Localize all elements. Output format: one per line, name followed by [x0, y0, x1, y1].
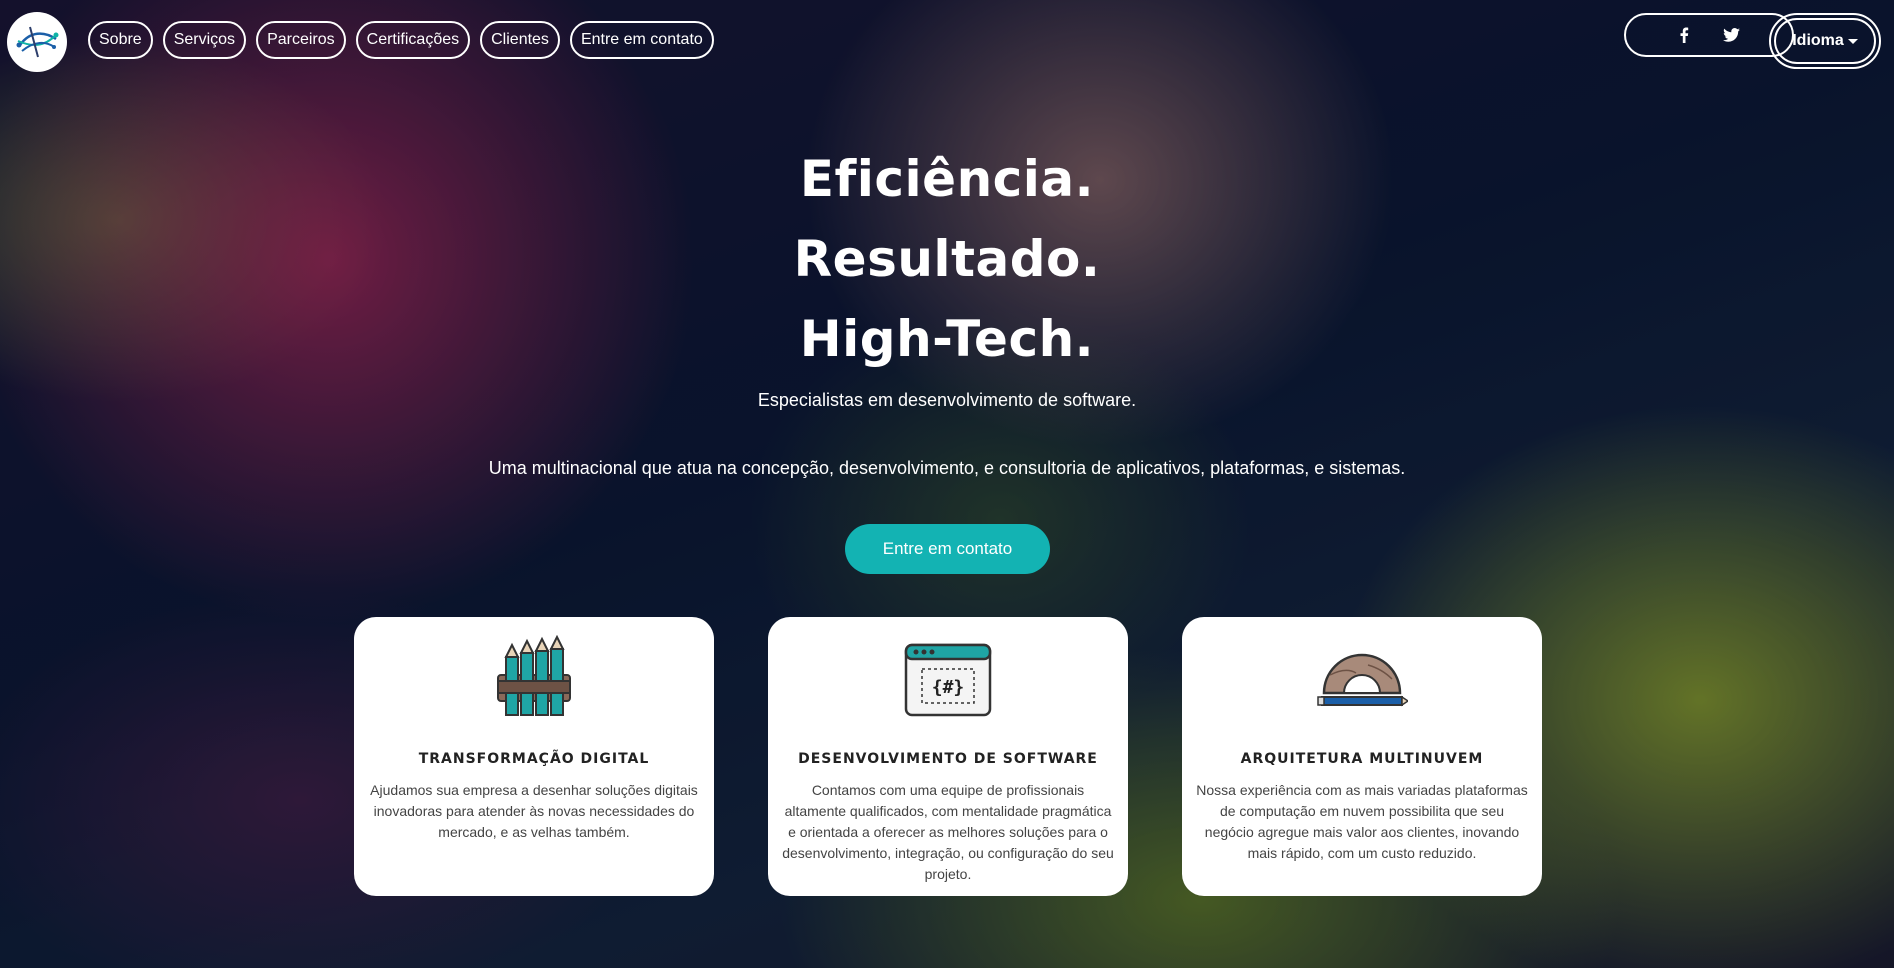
nav-entre-em-contato[interactable]: Entre em contato: [569, 21, 714, 59]
pencils-icon: [488, 634, 580, 727]
nav-clientes[interactable]: Clientes: [480, 21, 560, 59]
language-button[interactable]: Idioma: [1774, 18, 1876, 64]
code-window-icon: {#}: [902, 635, 994, 727]
card-text: Contamos com uma equipe de profissionais…: [782, 782, 1114, 882]
service-card: {#} DESENVOLVIMENTO DE SOFTWARE Contamos…: [768, 617, 1128, 896]
language-label: Idioma: [1792, 32, 1844, 49]
service-card: ARQUITETURA MULTINUVEM Nossa experiência…: [1182, 617, 1542, 896]
hero-section: Sobre Serviços Parceiros Certificações C…: [0, 0, 1894, 968]
nav-servicos[interactable]: Serviços: [162, 21, 247, 59]
card-text: Ajudamos sua empresa a desenhar soluções…: [370, 782, 698, 840]
language-dropdown[interactable]: Idioma: [1769, 13, 1881, 69]
protractor-icon: [1316, 635, 1410, 727]
company-logo[interactable]: [7, 12, 67, 72]
contact-cta-button[interactable]: Entre em contato: [845, 524, 1050, 574]
nav-parceiros[interactable]: Parceiros: [256, 21, 346, 59]
chevron-down-icon: [1847, 38, 1858, 44]
hero-subtitle: Especialistas em desenvolvimento de soft…: [757, 390, 1137, 410]
nav-certificacoes[interactable]: Certificações: [355, 21, 471, 59]
headline-line-2: Resultado.: [793, 230, 1101, 288]
nav-sobre[interactable]: Sobre: [88, 21, 153, 59]
card-title: DESENVOLVIMENTO DE SOFTWARE: [798, 751, 1098, 767]
service-card: TRANSFORMAÇÃO DIGITAL Ajudamos sua empre…: [354, 617, 714, 896]
headline-line-3: High-Tech.: [799, 310, 1095, 368]
twitter-icon[interactable]: [1722, 28, 1740, 42]
logo-icon: [16, 26, 59, 58]
main-nav: Sobre Serviços Parceiros Certificações C…: [88, 21, 714, 59]
card-title: ARQUITETURA MULTINUVEM: [1240, 751, 1484, 767]
hero-description: Uma multinacional que atua na concepção,…: [488, 458, 1406, 478]
svg-text:{#}: {#}: [932, 677, 965, 698]
card-text: Nossa experiência com as mais variadas p…: [1196, 782, 1528, 861]
card-title: TRANSFORMAÇÃO DIGITAL: [418, 751, 650, 767]
facebook-icon[interactable]: [1679, 27, 1689, 43]
headline-line-1: Eficiência.: [799, 150, 1095, 208]
